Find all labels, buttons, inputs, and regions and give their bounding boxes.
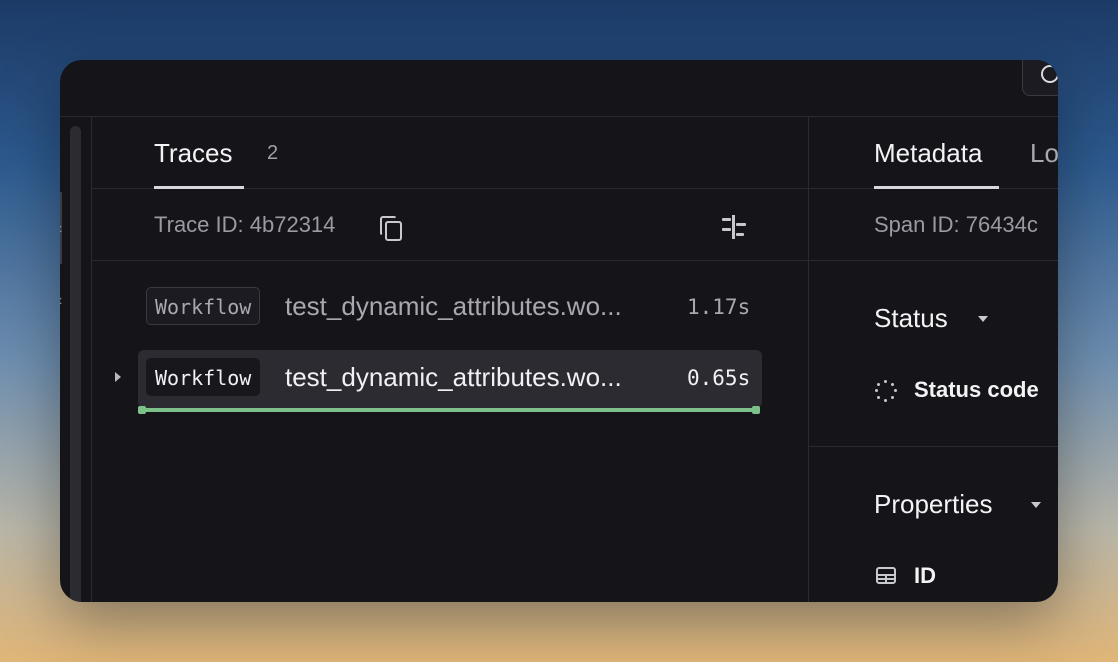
tab-metadata[interactable]: Metadata (874, 138, 982, 169)
properties-section-title[interactable]: Properties (874, 489, 993, 520)
trace-row-name[interactable]: test_dynamic_attributes.wo... (285, 362, 622, 393)
tab-traces-underline (154, 186, 244, 189)
trace-row-name[interactable]: test_dynamic_attributes.wo... (285, 291, 622, 322)
meta-divider-left (92, 260, 808, 261)
expand-caret-icon[interactable] (115, 372, 121, 382)
copy-icon[interactable] (380, 216, 402, 241)
status-divider (809, 446, 1058, 447)
search-button[interactable] (1022, 60, 1058, 96)
status-section-title[interactable]: Status (874, 303, 948, 334)
id-label: ID (914, 563, 936, 588)
caret-down-icon[interactable] (1031, 502, 1041, 508)
workflow-badge: Workflow (146, 358, 261, 396)
span-id-label: Span ID: 76434c (874, 212, 1038, 237)
tab-logs[interactable]: Lo (1030, 138, 1058, 169)
app-window: ‹ ‹ Traces 2 Trace ID: 4b72314 Workflow … (60, 60, 1058, 602)
spinner-icon (875, 380, 897, 402)
caret-down-icon[interactable] (978, 316, 988, 322)
trace-row-duration: 1.17s (687, 295, 751, 319)
tab-metadata-underline (874, 186, 999, 189)
trace-progress-bar (138, 406, 760, 414)
top-divider (60, 116, 1058, 117)
trace-id-label: Trace ID: 4b72314 (154, 212, 336, 237)
search-icon (1041, 65, 1058, 83)
edge-glyph-2: ‹ (60, 292, 62, 310)
table-icon (876, 567, 896, 584)
edge-glyph-1: ‹ (60, 220, 62, 238)
status-code-label: Status code (914, 377, 1039, 402)
tab-traces[interactable]: Traces (154, 138, 233, 169)
scrollbar[interactable] (70, 126, 81, 602)
meta-divider-right (809, 260, 1058, 261)
trace-row-duration: 0.65s (687, 366, 751, 390)
workflow-badge: Workflow (146, 287, 261, 325)
align-icon[interactable] (722, 215, 746, 239)
traces-count-badge: 2 (267, 142, 279, 164)
